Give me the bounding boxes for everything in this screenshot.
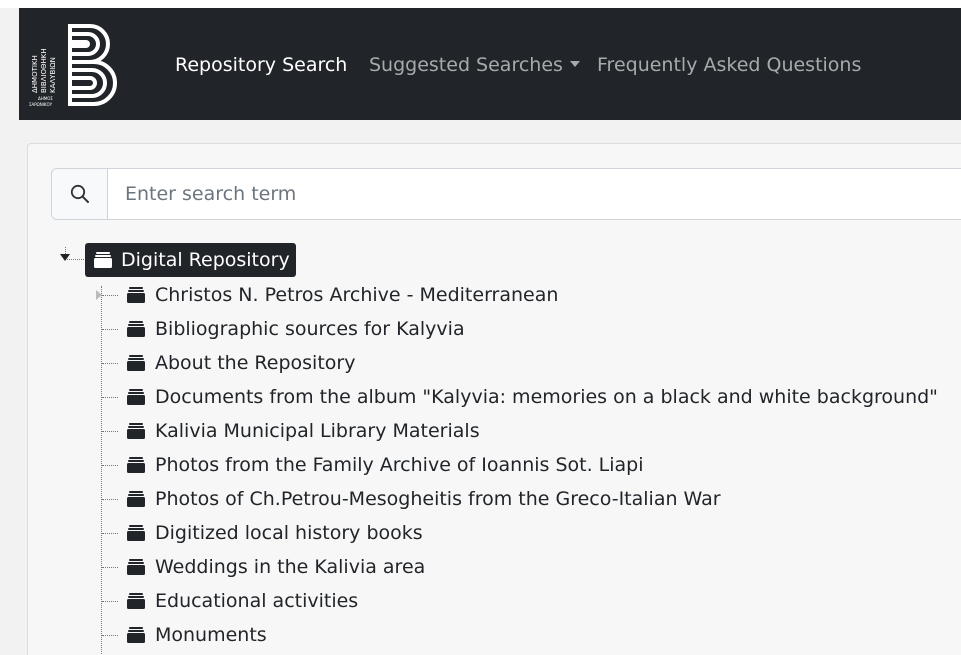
folder-icon xyxy=(127,559,145,575)
tree-node-label: Monuments xyxy=(155,624,267,646)
logo-text-line-2: ΒΙΒΛΙΟΘΗΚΗ xyxy=(40,48,48,93)
tree-node-label: Documents from the album "Kalyvia: memor… xyxy=(155,386,938,408)
tree-node[interactable]: Photos of Ch.Petrou-Mesogheitis from the… xyxy=(102,484,721,514)
tree-connector xyxy=(102,600,118,602)
tree-node[interactable]: About the Repository xyxy=(102,348,355,378)
top-strip xyxy=(0,0,961,8)
folder-icon xyxy=(127,355,145,371)
tree-connector xyxy=(102,430,118,432)
tree-node[interactable]: Kalivia Municipal Library Materials xyxy=(102,416,480,446)
tree-connector xyxy=(102,362,118,364)
tree-node[interactable]: Educational activities xyxy=(102,586,358,616)
nav-repository-search[interactable]: Repository Search xyxy=(175,52,347,78)
tree-connector xyxy=(102,498,118,500)
search-input[interactable] xyxy=(109,169,959,219)
search-addon[interactable] xyxy=(52,169,108,219)
folder-icon xyxy=(127,457,145,473)
folder-icon xyxy=(127,525,145,541)
tree-node-label: About the Repository xyxy=(155,352,356,374)
library-logo[interactable]: ΔΗΜΟΤΙΚΗ ΒΙΒΛΙΟΘΗΚΗ ΚΑΛΥΒΙΩΝ ΔΗΜΟΣ ΣΑΡΩΝ… xyxy=(24,20,119,108)
expand-arrow-icon[interactable] xyxy=(96,290,102,300)
tree-connector xyxy=(102,328,118,330)
tree-connector xyxy=(102,294,118,296)
logo-text-line-1: ΔΗΜΟΤΙΚΗ xyxy=(31,55,39,93)
search-icon xyxy=(70,184,89,203)
navbar: ΔΗΜΟΤΙΚΗ ΒΙΒΛΙΟΘΗΚΗ ΚΑΛΥΒΙΩΝ ΔΗΜΟΣ ΣΑΡΩΝ… xyxy=(19,8,961,120)
tree-node[interactable]: Bibliographic sources for Kalyvia xyxy=(102,314,465,344)
tree-node-label: Christos N. Petros Archive - Mediterrane… xyxy=(155,284,559,306)
logo-text-line-3: ΚΑΛΥΒΙΩΝ xyxy=(49,57,57,93)
tree-connector xyxy=(102,464,118,466)
tree-node[interactable]: Digitized local history books xyxy=(102,518,423,548)
nav-suggested-searches[interactable]: Suggested Searches xyxy=(369,52,580,78)
tree-connector xyxy=(102,566,118,568)
tree-connector xyxy=(102,396,118,398)
folder-icon xyxy=(127,593,145,609)
library-b-logo-icon: ΔΗΜΟΤΙΚΗ ΒΙΒΛΙΟΘΗΚΗ ΚΑΛΥΒΙΩΝ ΔΗΜΟΣ ΣΑΡΩΝ… xyxy=(29,24,117,107)
tree-root-node[interactable]: Digital Repository xyxy=(85,243,296,277)
search-group xyxy=(51,168,961,220)
folder-icon xyxy=(127,491,145,507)
page: ΔΗΜΟΤΙΚΗ ΒΙΒΛΙΟΘΗΚΗ ΚΑΛΥΒΙΩΝ ΔΗΜΟΣ ΣΑΡΩΝ… xyxy=(0,0,961,655)
tree-root-label: Digital Repository xyxy=(121,249,290,271)
tree-connector xyxy=(102,634,118,636)
logo-small-line-1: ΔΗΜΟΣ xyxy=(38,96,53,101)
nav-faq[interactable]: Frequently Asked Questions xyxy=(597,52,861,78)
tree-node-label: Educational activities xyxy=(155,590,359,612)
nav-suggested-searches-label: Suggested Searches xyxy=(369,54,563,76)
tree-node[interactable]: Weddings in the Kalivia area xyxy=(102,552,425,582)
tree-node-label: Photos from the Family Archive of Ioanni… xyxy=(155,454,644,476)
tree-node-label: Kalivia Municipal Library Materials xyxy=(155,420,480,442)
tree-connector xyxy=(102,532,118,534)
folder-icon xyxy=(127,321,145,337)
tree-node-label: Digitized local history books xyxy=(155,522,423,544)
tree-node-label: Weddings in the Kalivia area xyxy=(155,556,426,578)
tree-node[interactable]: Monuments xyxy=(102,620,267,650)
logo-small-line-2: ΣΑΡΩΝΙΚΟΥ xyxy=(29,102,53,107)
folder-icon xyxy=(127,389,145,405)
folder-icon xyxy=(94,252,112,268)
tree-node[interactable]: Photos from the Family Archive of Ioanni… xyxy=(102,450,644,480)
tree-node-label: Photos of Ch.Petrou-Mesogheitis from the… xyxy=(155,488,721,510)
root-expanded-icon[interactable] xyxy=(60,254,70,261)
tree-node[interactable]: Documents from the album "Kalyvia: memor… xyxy=(102,382,938,412)
caret-down-icon xyxy=(569,61,580,67)
folder-icon xyxy=(127,287,145,303)
folder-icon xyxy=(127,627,145,643)
folder-icon xyxy=(127,423,145,439)
tree-node-label: Bibliographic sources for Kalyvia xyxy=(155,318,465,340)
tree-node[interactable]: Christos N. Petros Archive - Mediterrane… xyxy=(96,280,559,310)
